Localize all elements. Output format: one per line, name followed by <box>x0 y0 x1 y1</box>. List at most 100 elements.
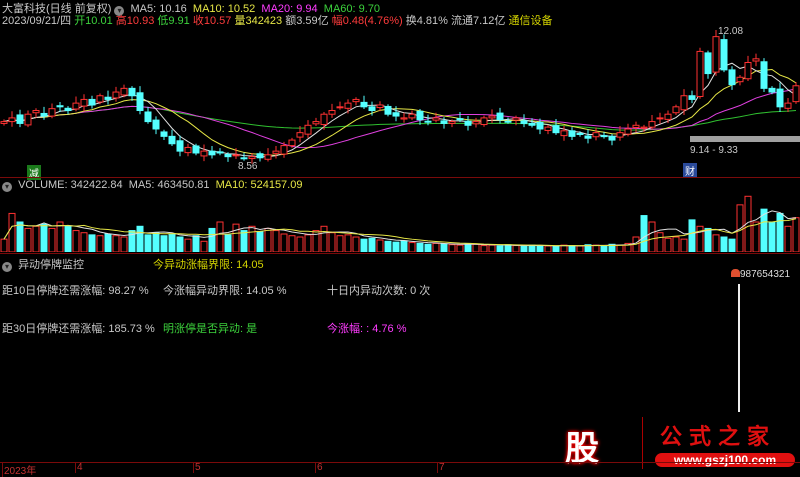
marker-text: 987654321 <box>740 269 791 280</box>
house-icon <box>731 269 740 277</box>
volume-bar <box>288 235 296 252</box>
volume-bar <box>104 233 112 252</box>
candle-body <box>552 125 560 134</box>
chevron-down-icon[interactable]: ▾ <box>2 182 12 192</box>
volume-bar <box>304 234 312 252</box>
candle-body <box>648 121 656 128</box>
pane-divider[interactable] <box>0 177 800 178</box>
candle-body <box>304 124 312 135</box>
candle-body <box>336 106 344 109</box>
volume-bar <box>96 235 104 252</box>
volume-value: VOLUME: 342422.84 <box>18 179 123 191</box>
volume-bar <box>352 236 360 252</box>
candle-body <box>600 135 608 138</box>
candle-body <box>320 113 328 126</box>
volume-bar <box>576 245 584 252</box>
volume-bar <box>688 219 696 252</box>
candle-body <box>784 102 792 109</box>
candle-body <box>48 108 56 117</box>
candle-body <box>248 156 256 160</box>
candle-body <box>8 117 16 123</box>
candle-body <box>680 95 688 111</box>
candle-body <box>728 69 736 86</box>
ten-day-count: 十日内异动次数: 0 次 <box>327 285 431 297</box>
candlestick-chart[interactable] <box>0 0 800 177</box>
volume-bar <box>640 215 648 252</box>
candle-body <box>528 122 536 126</box>
volume-bar <box>40 223 48 252</box>
candle-body <box>80 98 88 107</box>
volume-bar <box>328 232 336 252</box>
volume-bar <box>184 238 192 252</box>
volume-bar <box>296 236 304 252</box>
candle-body <box>488 115 496 119</box>
candle-body <box>792 85 800 103</box>
dist-10d: 距10日停牌还需涨幅: 98.27 % <box>2 285 149 297</box>
candle-body <box>176 140 184 152</box>
today-change: 今涨幅: : 4.76 % <box>327 323 407 335</box>
candle-body <box>664 113 672 120</box>
volume-bar <box>728 238 736 252</box>
candle-body <box>400 117 408 120</box>
volume-bar <box>528 244 536 252</box>
candle-body <box>232 154 240 157</box>
candle-body <box>712 36 720 73</box>
chevron-down-icon[interactable]: ▾ <box>2 262 12 272</box>
volume-chart[interactable] <box>0 192 800 252</box>
volume-bar <box>8 212 16 252</box>
volume-bar <box>112 235 120 252</box>
candle-body <box>424 120 432 123</box>
candle-body <box>592 132 600 138</box>
volume-bar <box>144 234 152 252</box>
volume-ma10: MA10: 524157.09 <box>215 179 303 191</box>
volume-bar <box>72 230 80 252</box>
volume-bar <box>240 230 248 252</box>
indicator-threshold: 今异动涨幅界限: 14.05 <box>153 259 264 271</box>
candle-body <box>104 96 112 100</box>
candle-body <box>200 150 208 157</box>
today-limit: 今涨幅异动界限: 14.05 % <box>163 285 287 297</box>
candle-body <box>440 120 448 124</box>
candle-body <box>688 95 696 100</box>
candle-body <box>40 112 48 117</box>
candle-body <box>120 87 128 96</box>
volume-bar <box>480 245 488 252</box>
volume-bar <box>416 242 424 252</box>
candle-body <box>608 135 616 141</box>
volume-bar <box>392 241 400 252</box>
volume-bar <box>168 233 176 252</box>
candle-body <box>296 132 304 138</box>
axis-label: 6 <box>315 462 323 473</box>
volume-bar <box>320 225 328 252</box>
volume-bar <box>664 237 672 252</box>
candle-body <box>624 128 632 135</box>
volume-bar <box>48 227 56 252</box>
volume-bar <box>656 232 664 252</box>
candle-body <box>416 110 424 121</box>
volume-bar <box>344 234 352 252</box>
badge-finance[interactable]: 财 <box>683 163 697 178</box>
volume-bar <box>64 225 72 252</box>
volume-bar <box>432 242 440 252</box>
candle-body <box>152 119 160 130</box>
volume-bar <box>80 232 88 252</box>
range-bar <box>690 136 800 142</box>
volume-bar <box>552 245 560 252</box>
candle-body <box>288 139 296 147</box>
volume-bar <box>784 225 792 252</box>
candle-body <box>776 88 784 108</box>
volume-bar <box>336 235 344 252</box>
candle-body <box>576 132 584 136</box>
candle-body <box>568 130 576 137</box>
candle-body <box>464 120 472 126</box>
candle-body <box>16 114 24 124</box>
max-price-label: 12.08 <box>718 26 744 37</box>
candle-body <box>344 102 352 109</box>
candle-body <box>616 132 624 138</box>
pane-divider[interactable] <box>0 253 800 254</box>
volume-bar <box>424 243 432 252</box>
volume-bar <box>56 221 64 252</box>
candle-body <box>240 157 248 160</box>
volume-bar <box>712 234 720 252</box>
candle-body <box>472 121 480 125</box>
